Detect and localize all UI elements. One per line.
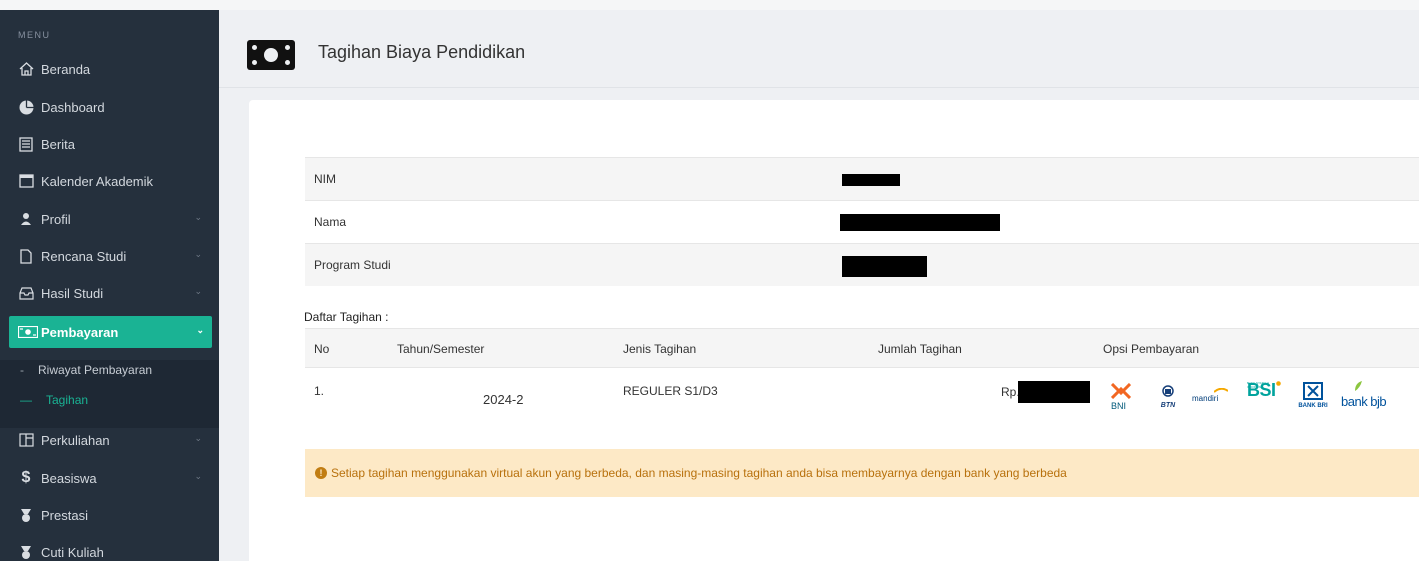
user-icon bbox=[17, 211, 35, 227]
table-header: No Tahun/Semester Jenis Tagihan Jumlah T… bbox=[305, 328, 1419, 368]
money-icon bbox=[17, 324, 39, 340]
bank-bni-button[interactable]: BNI bbox=[1110, 382, 1133, 415]
redacted-value bbox=[840, 214, 1000, 231]
cell-no: 1. bbox=[314, 384, 325, 398]
sidebar-item-berita[interactable]: Berita bbox=[0, 126, 219, 162]
column-header: Jenis Tagihan bbox=[623, 342, 697, 356]
bank-label: BNI bbox=[1111, 401, 1127, 411]
sidebar-item-profil[interactable]: Profil ⌄ bbox=[0, 201, 219, 237]
sidebar-item-label: Hasil Studi bbox=[41, 285, 104, 301]
sidebar-item-label: Beasiswa bbox=[41, 470, 97, 486]
medal-icon bbox=[17, 507, 35, 523]
redacted-value bbox=[842, 256, 927, 277]
exclamation-circle-icon: ! bbox=[315, 467, 327, 479]
info-label: NIM bbox=[314, 172, 336, 186]
bank-bjb-button[interactable]: bank bjb bbox=[1341, 380, 1387, 414]
medal-icon bbox=[17, 544, 35, 560]
bank-mandiri-button[interactable]: mandiri bbox=[1192, 388, 1232, 407]
submenu-item-riwayat-pembayaran[interactable]: - Riwayat Pembayaran bbox=[0, 355, 219, 385]
chevron-down-icon: ⌄ bbox=[196, 325, 204, 335]
submenu-item-label: Riwayat Pembayaran bbox=[38, 363, 153, 377]
home-icon bbox=[17, 61, 35, 77]
info-row-nim: NIM bbox=[305, 157, 1419, 200]
sidebar-item-label: Beranda bbox=[41, 61, 91, 77]
sidebar-item-label: Perkuliahan bbox=[41, 432, 110, 448]
sidebar-item-label: Pembayaran bbox=[41, 324, 119, 340]
dollar-icon: $ bbox=[21, 469, 31, 486]
sidebar-item-kalender-akademik[interactable]: Kalender Akademik bbox=[0, 163, 219, 199]
sidebar-item-dashboard[interactable]: Dashboard bbox=[0, 89, 219, 125]
layout-icon bbox=[17, 432, 35, 448]
info-row-program-studi: Program Studi bbox=[305, 243, 1419, 286]
redacted-value bbox=[842, 174, 900, 186]
bjb-leaf-icon bbox=[1355, 381, 1362, 391]
btn-logo-icon bbox=[1162, 385, 1174, 397]
bank-btn-button[interactable]: BTN bbox=[1156, 385, 1180, 413]
redacted-value bbox=[1018, 381, 1090, 403]
bank-bsi-button[interactable]: BSI BANK SYARIAH INDONESIA bbox=[1247, 381, 1287, 415]
submenu-marker: — bbox=[20, 393, 32, 407]
calendar-icon bbox=[17, 173, 35, 189]
news-icon bbox=[17, 136, 35, 152]
page-title: Tagihan Biaya Pendidikan bbox=[318, 42, 526, 62]
table-row: 1. 2024-2 REGULER S1/D3 Rp. BNI BTN mand… bbox=[305, 368, 1419, 430]
column-header: Tahun/Semester bbox=[397, 342, 485, 356]
daftar-tagihan-label: Daftar Tagihan : bbox=[304, 310, 389, 324]
sidebar-item-label: Cuti Kuliah bbox=[41, 544, 104, 560]
alert-text: Setiap tagihan menggunakan virtual akun … bbox=[331, 466, 1067, 480]
submenu-item-label: Tagihan bbox=[46, 393, 89, 407]
bri-logo-icon bbox=[1303, 382, 1323, 400]
sidebar-item-hasil-studi[interactable]: Hasil Studi ⌄ bbox=[0, 275, 219, 311]
app-root: MENU Beranda Dashboard Berita Kalender A… bbox=[0, 0, 1419, 561]
sidebar-item-beasiswa[interactable]: $ Beasiswa ⌄ bbox=[0, 460, 219, 496]
info-label: Nama bbox=[314, 215, 347, 229]
top-strip bbox=[0, 0, 1419, 10]
info-alert: ! Setiap tagihan menggunakan virtual aku… bbox=[305, 449, 1419, 497]
sidebar-item-pembayaran[interactable]: Pembayaran ⌄ bbox=[9, 316, 212, 348]
column-header: No bbox=[314, 342, 330, 356]
cell-tahun: 2024-2 bbox=[483, 392, 524, 407]
info-label: Program Studi bbox=[314, 258, 391, 272]
sidebar-item-perkuliahan[interactable]: Perkuliahan ⌄ bbox=[0, 422, 219, 458]
bank-label: BTN bbox=[1160, 402, 1176, 409]
pie-chart-icon bbox=[17, 99, 35, 115]
mandiri-wave-icon bbox=[1214, 388, 1228, 393]
inbox-icon bbox=[17, 285, 35, 301]
sidebar-item-rencana-studi[interactable]: Rencana Studi ⌄ bbox=[0, 238, 219, 274]
chevron-down-icon: ⌄ bbox=[194, 249, 202, 259]
bank-label: BANK BRI bbox=[1298, 403, 1328, 409]
sidebar-item-beranda[interactable]: Beranda bbox=[0, 51, 219, 87]
submenu-marker: - bbox=[20, 363, 24, 377]
file-icon bbox=[17, 248, 35, 264]
chevron-down-icon: ⌄ bbox=[194, 471, 202, 481]
bank-bri-button[interactable]: BANK BRI bbox=[1295, 382, 1331, 412]
page-header: Tagihan Biaya Pendidikan bbox=[219, 10, 1419, 88]
chevron-down-icon: ⌄ bbox=[194, 433, 202, 443]
sidebar-item-label: Berita bbox=[41, 136, 75, 152]
sidebar-item-label: Dashboard bbox=[41, 99, 105, 115]
cell-jenis: REGULER S1/D3 bbox=[623, 384, 718, 398]
cell-jumlah-prefix: Rp. bbox=[1001, 385, 1020, 399]
info-row-nama: Nama bbox=[305, 200, 1419, 243]
bni-logo-icon bbox=[1110, 382, 1132, 400]
column-header: Opsi Pembayaran bbox=[1103, 342, 1200, 356]
column-header: Jumlah Tagihan bbox=[878, 342, 962, 356]
money-bill-icon bbox=[247, 40, 295, 70]
sidebar-item-prestasi[interactable]: Prestasi bbox=[0, 497, 219, 533]
content-card: NIM Nama Program Studi Daftar Tagihan : … bbox=[249, 100, 1419, 561]
bank-label: mandiri bbox=[1192, 394, 1219, 403]
sidebar-item-cuti-kuliah[interactable]: Cuti Kuliah bbox=[0, 534, 219, 561]
sidebar: MENU Beranda Dashboard Berita Kalender A… bbox=[0, 10, 219, 561]
chevron-down-icon: ⌄ bbox=[194, 286, 202, 296]
bsi-star-icon bbox=[1276, 381, 1281, 386]
chevron-down-icon: ⌄ bbox=[194, 212, 202, 222]
bank-label: BSI bbox=[1247, 380, 1276, 400]
menu-heading: MENU bbox=[18, 30, 51, 40]
submenu-item-tagihan[interactable]: — Tagihan bbox=[0, 385, 219, 415]
sidebar-item-label: Rencana Studi bbox=[41, 248, 127, 264]
sidebar-item-label: Profil bbox=[41, 211, 71, 227]
sidebar-item-label: Prestasi bbox=[41, 507, 88, 523]
sidebar-item-label: Kalender Akademik bbox=[41, 173, 154, 189]
bank-label: bank bjb bbox=[1341, 394, 1387, 409]
